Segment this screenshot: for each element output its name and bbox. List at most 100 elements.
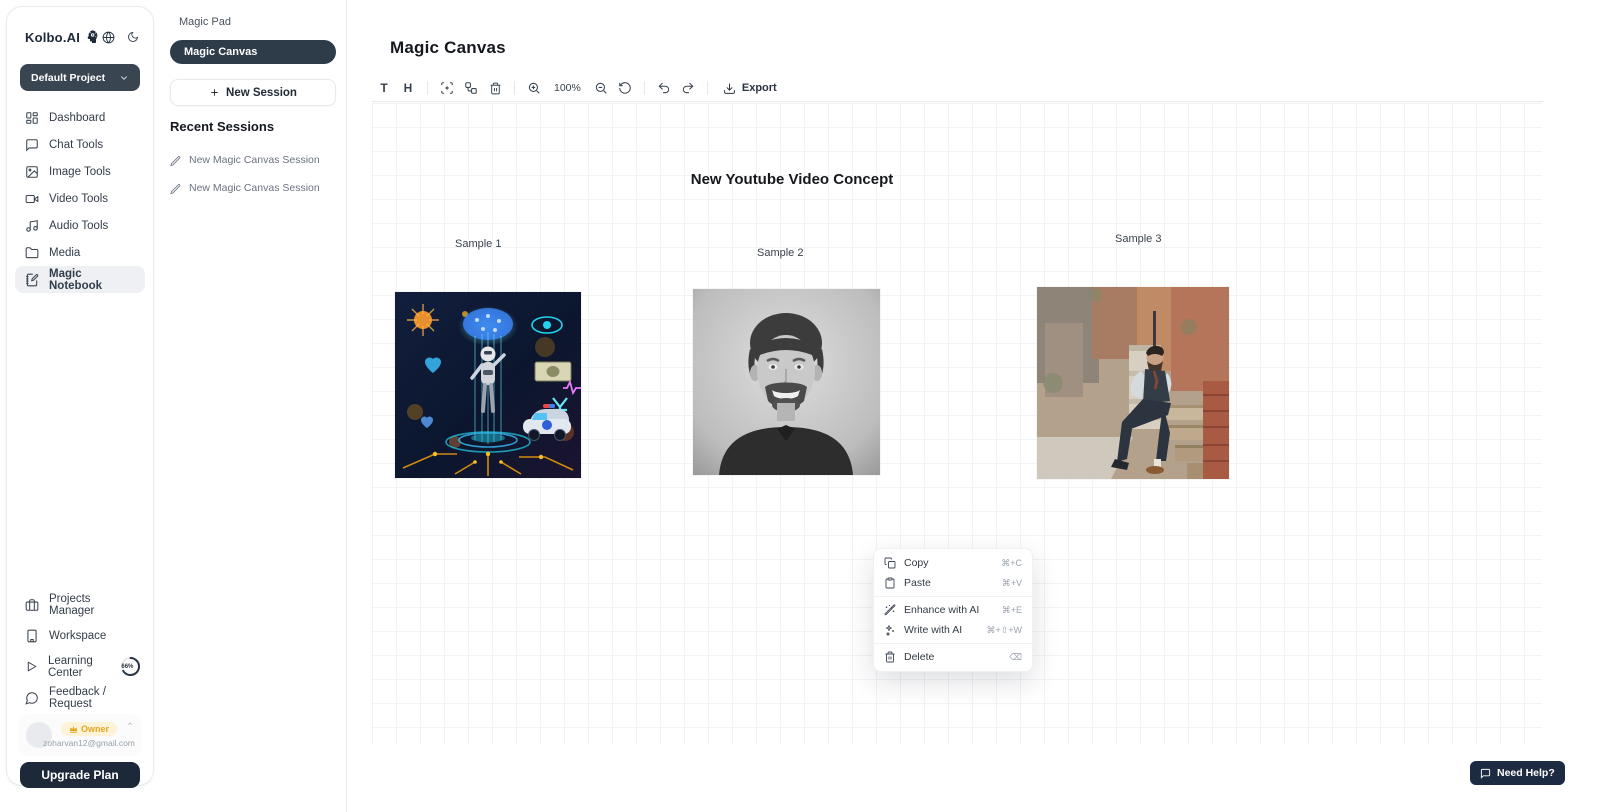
- context-menu-item-copy[interactable]: Copy ⌘+C: [874, 553, 1032, 573]
- magic-canvas-label: Magic Canvas: [184, 46, 257, 58]
- workflow-tool-button[interactable]: [459, 78, 483, 98]
- sidebar-item-dashboard[interactable]: Dashboard: [15, 104, 145, 131]
- brain-head-logo-icon: [84, 29, 100, 45]
- sample-label-3[interactable]: Sample 3: [1115, 233, 1161, 245]
- owner-badge-label: Owner: [81, 724, 109, 734]
- new-session-button[interactable]: New Session: [170, 79, 336, 106]
- project-selector[interactable]: Default Project: [20, 64, 140, 91]
- session-list-item[interactable]: New Magic Canvas Session: [170, 146, 338, 174]
- sample-label-1[interactable]: Sample 1: [455, 238, 501, 250]
- sample-image-ai-robot[interactable]: [395, 292, 581, 478]
- sidebar-item-audio-tools[interactable]: Audio Tools: [15, 212, 145, 239]
- context-menu-shortcut: ⌫: [1009, 652, 1022, 663]
- sparkles-icon: [884, 624, 896, 636]
- learning-progress-badge: 66%: [120, 656, 135, 677]
- globe-icon[interactable]: [102, 31, 115, 44]
- export-button[interactable]: Export: [715, 78, 785, 98]
- pencil-icon: [170, 183, 181, 194]
- video-camera-icon: [25, 192, 39, 206]
- context-menu: Copy ⌘+C Paste ⌘+V Enhance with AI ⌘+E W…: [873, 548, 1033, 672]
- profile-card[interactable]: Owner zoharvan12@gmail.com: [18, 714, 142, 756]
- building-icon: [25, 629, 39, 643]
- music-note-icon: [25, 219, 39, 233]
- zoom-in-icon: [527, 81, 541, 95]
- sidebar-item-label: Workspace: [49, 630, 106, 642]
- sidebar-item-label: Feedback / Request: [49, 686, 135, 710]
- sample-image-man-on-ruins[interactable]: [1037, 287, 1229, 479]
- clipboard-paste-icon: [884, 577, 896, 589]
- sidebar-item-magic-notebook[interactable]: Magic Notebook: [15, 266, 145, 293]
- ai-select-tool-button[interactable]: [435, 78, 459, 98]
- context-menu-item-enhance-with-ai[interactable]: Enhance with AI ⌘+E: [874, 600, 1032, 620]
- session-panel: Magic Pad Magic Canvas New Session Recen…: [155, 0, 347, 812]
- heading-tool-button[interactable]: H: [396, 78, 420, 98]
- sidebar-item-video-tools[interactable]: Video Tools: [15, 185, 145, 212]
- canvas-heading-text[interactable]: New Youtube Video Concept: [372, 171, 1212, 188]
- context-menu-label: Delete: [904, 651, 934, 663]
- sidebar-item-workspace[interactable]: Workspace: [15, 620, 145, 651]
- chevron-down-icon: [119, 73, 129, 83]
- context-menu-label: Write with AI: [904, 624, 962, 636]
- upgrade-plan-button[interactable]: Upgrade Plan: [20, 762, 140, 788]
- context-menu-shortcut: ⌘+E: [1002, 605, 1022, 616]
- sidebar-item-label: Media: [49, 247, 80, 259]
- sidebar-item-image-tools[interactable]: Image Tools: [15, 158, 145, 185]
- reset-view-button[interactable]: [613, 78, 637, 98]
- sidebar-item-label: Learning Center: [48, 655, 108, 679]
- moon-dark-mode-icon[interactable]: [127, 31, 139, 43]
- toolbar-divider: [514, 81, 515, 95]
- sidebar-item-chat-tools[interactable]: Chat Tools: [15, 131, 145, 158]
- sidebar-item-label: Chat Tools: [49, 139, 103, 151]
- toolbar-divider: [644, 81, 645, 95]
- context-menu-label: Paste: [904, 577, 931, 589]
- undo-button[interactable]: [652, 78, 676, 98]
- project-selector-label: Default Project: [31, 72, 105, 84]
- owner-badge: Owner: [61, 722, 117, 736]
- sidebar-item-learning-center[interactable]: Learning Center 66%: [15, 651, 145, 682]
- logo-text: Kolbo.AI: [25, 30, 80, 45]
- context-menu-item-delete[interactable]: Delete ⌫: [874, 647, 1032, 667]
- media-folder-icon: [25, 246, 39, 260]
- zoom-out-button[interactable]: [589, 78, 613, 98]
- sidebar-item-projects-manager[interactable]: Projects Manager: [15, 589, 145, 620]
- need-help-button[interactable]: Need Help?: [1470, 761, 1565, 785]
- context-menu-label: Copy: [904, 557, 929, 569]
- sidebar-item-label: Projects Manager: [49, 593, 135, 617]
- magic-canvas-item[interactable]: Magic Canvas: [170, 40, 336, 64]
- text-tool-button[interactable]: T: [372, 78, 396, 98]
- session-item-label: New Magic Canvas Session: [189, 154, 320, 166]
- help-chat-icon: [1480, 768, 1491, 779]
- crown-icon: [69, 725, 78, 733]
- app-root: Kolbo.AI Default Project Dashboard: [0, 0, 1600, 812]
- pencil-icon: [170, 155, 181, 166]
- context-menu-shortcut: ⌘+⇧+W: [986, 625, 1022, 636]
- context-menu-divider: [874, 596, 1032, 597]
- session-list-item[interactable]: New Magic Canvas Session: [170, 174, 338, 202]
- magic-pad-item[interactable]: Magic Pad: [179, 16, 231, 28]
- sample-image-portrait[interactable]: [693, 289, 880, 475]
- recent-sessions-heading: Recent Sessions: [170, 119, 274, 134]
- download-icon: [723, 82, 736, 95]
- context-menu-item-write-with-ai[interactable]: Write with AI ⌘+⇧+W: [874, 620, 1032, 640]
- trash-icon: [489, 82, 502, 95]
- redo-button[interactable]: [676, 78, 700, 98]
- sidebar-item-label: Audio Tools: [49, 220, 108, 232]
- sample-label-2[interactable]: Sample 2: [757, 247, 803, 259]
- delete-tool-button[interactable]: [483, 78, 507, 98]
- zoom-out-icon: [594, 81, 608, 95]
- redo-icon: [681, 81, 695, 95]
- plus-icon: [209, 87, 220, 98]
- profile-info: Owner zoharvan12@gmail.com: [52, 722, 126, 748]
- page-title: Magic Canvas: [390, 38, 506, 58]
- zoom-in-button[interactable]: [522, 78, 546, 98]
- secondary-nav: Projects Manager Workspace Learning Cent…: [15, 589, 145, 713]
- context-menu-label: Enhance with AI: [904, 604, 979, 616]
- sidebar-item-media[interactable]: Media: [15, 239, 145, 266]
- sidebar-item-feedback-request[interactable]: Feedback / Request: [15, 682, 145, 713]
- sidebar-item-label: Magic Notebook: [49, 268, 135, 292]
- new-session-label: New Session: [226, 87, 297, 99]
- context-menu-item-paste[interactable]: Paste ⌘+V: [874, 573, 1032, 593]
- zoom-level-value[interactable]: 100%: [546, 82, 589, 94]
- session-list: New Magic Canvas Session New Magic Canva…: [170, 146, 338, 202]
- notebook-pen-icon: [25, 273, 39, 287]
